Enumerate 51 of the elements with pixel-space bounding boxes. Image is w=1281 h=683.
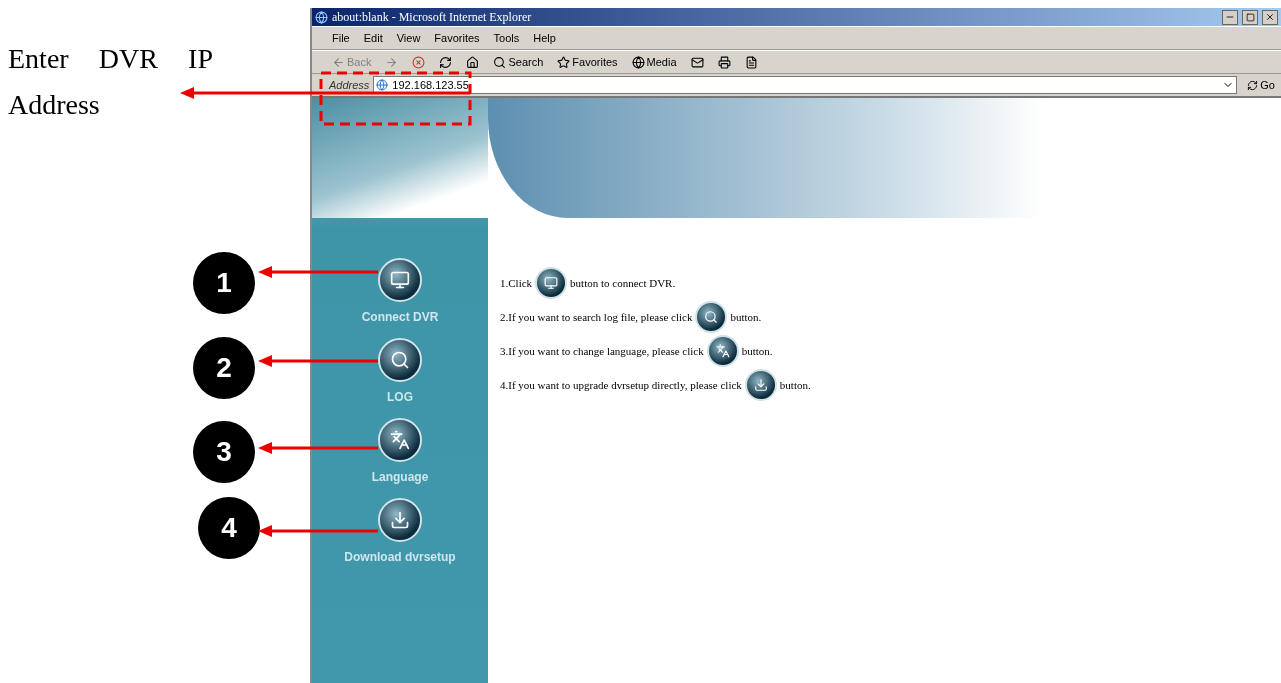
number-callout: 3 [193,421,255,483]
close-icon [1265,12,1275,22]
instruction-text: 3.If you want to change language, please click [500,345,704,357]
instruction-text: 1.Click [500,277,533,289]
document-icon[interactable] [744,55,758,69]
instruction-text: button. [741,345,773,357]
star-icon [557,55,571,69]
annotation-text: Enter DVR IP Address [8,42,213,122]
instruction-text: 4.If you want to upgrade dvrsetup directly, please click [500,379,742,391]
number-callout: 4 [198,497,260,559]
stop-icon[interactable] [412,55,426,69]
menu-item[interactable]: View [396,32,421,44]
menu-item[interactable]: Help [533,32,556,44]
print-icon[interactable] [717,55,731,69]
toolbar-button[interactable]: Media [631,55,677,69]
monitor-icon [378,258,422,302]
minimize-button[interactable] [1222,9,1238,25]
language-icon [706,335,739,367]
number-callout: 2 [193,337,255,399]
window-title: about:blank - Microsoft Internet Explorer [332,9,533,25]
menu-item[interactable]: File [332,32,350,44]
address-label: Address [329,79,370,91]
download-icon [378,498,422,542]
globe-icon [631,55,645,69]
toolbar-button[interactable]: Search [493,55,544,69]
language-icon [378,418,422,462]
mail-icon[interactable] [690,55,704,69]
menu-item[interactable]: Tools [493,32,520,44]
menu-item[interactable]: Favorites [434,32,480,44]
browser-icon [315,10,328,24]
search-icon [378,338,422,382]
number-callout: 1 [193,252,255,314]
back-arrow-icon [332,55,345,69]
close-button[interactable] [1262,9,1278,25]
refresh-icon[interactable] [439,55,453,69]
menu-item[interactable]: Edit [363,32,383,44]
instruction-text: button. [779,379,811,391]
page-icon [376,79,389,91]
instruction-text: 2.If you want to search log file, please click [500,311,693,323]
instruction-text: button. [730,311,762,323]
maximize-icon [1245,12,1255,22]
download-icon [744,369,777,401]
search-icon [493,55,507,69]
address-field[interactable]: 192.168.123.55 [373,76,1238,94]
instruction-text: button to connect DVR. [570,277,676,289]
monitor-icon [535,267,568,299]
search-icon [695,301,728,333]
go-button[interactable]: Go [1247,79,1275,91]
home-icon[interactable] [466,55,480,69]
toolbar-button[interactable]: Favorites [557,55,618,69]
maximize-button[interactable] [1242,9,1258,25]
